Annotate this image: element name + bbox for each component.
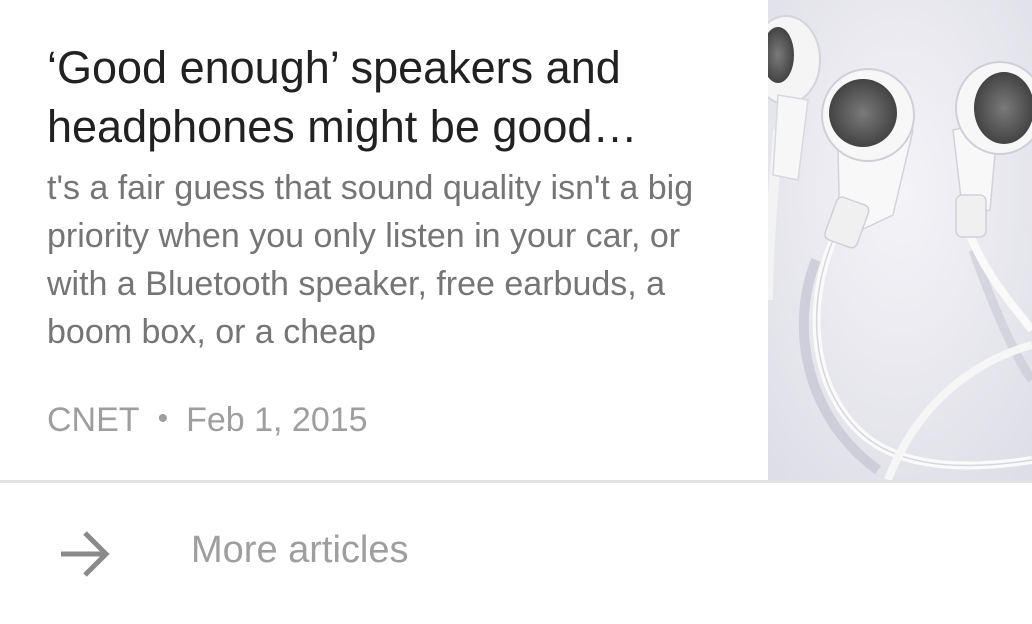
more-articles-label: More articles bbox=[191, 529, 409, 571]
meta-separator: • bbox=[157, 402, 169, 435]
article-snippet: t's a fair guess that sound quality isn'… bbox=[47, 169, 694, 351]
earbuds-photo bbox=[768, 0, 1032, 480]
article-date: Feb 1, 2015 bbox=[186, 401, 368, 439]
article-source: CNET bbox=[47, 401, 140, 439]
more-articles-button[interactable]: More articles bbox=[0, 483, 1032, 624]
arrow-right-icon bbox=[61, 531, 110, 577]
news-card: ‘Good enough’ speakers and headphones mi… bbox=[0, 0, 1032, 624]
article-meta: CNET • Feb 1, 2015 bbox=[47, 398, 368, 444]
article-text: ‘Good enough’ speakers and headphones mi… bbox=[47, 38, 727, 356]
article-item[interactable]: ‘Good enough’ speakers and headphones mi… bbox=[0, 0, 1032, 480]
article-thumbnail[interactable] bbox=[768, 0, 1032, 480]
article-headline[interactable]: ‘Good enough’ speakers and headphones mi… bbox=[47, 38, 727, 156]
